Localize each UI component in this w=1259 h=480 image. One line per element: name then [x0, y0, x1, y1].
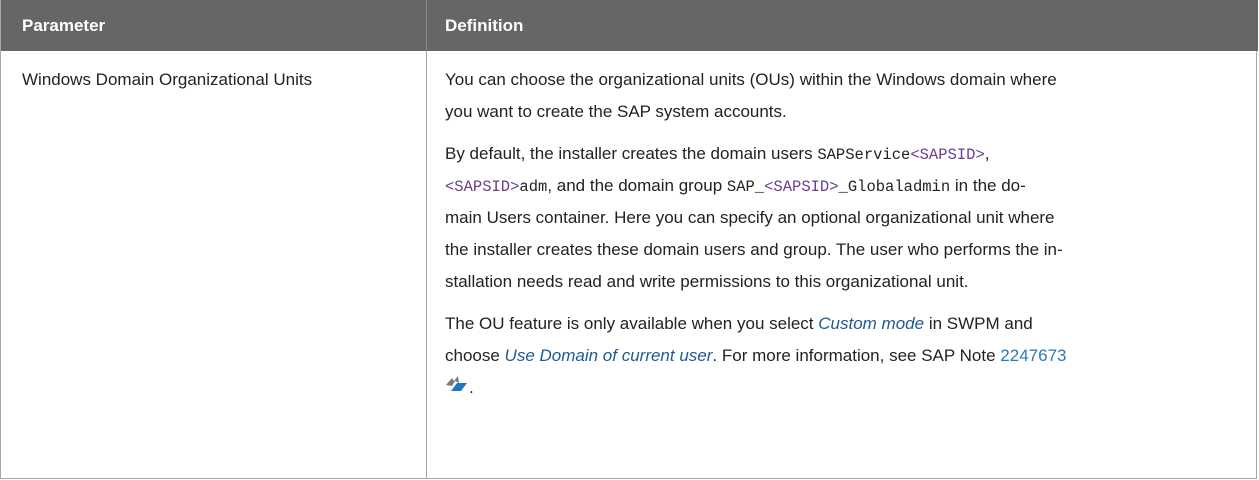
external-link-icon[interactable] [445, 371, 469, 403]
definition-p2-line4: the installer creates these domain users… [445, 240, 1063, 259]
parameter-name: Windows Domain Organizational Units [22, 70, 313, 89]
header-definition: Definition [445, 16, 524, 35]
definition-p2-line5: stallation needs read and write permissi… [445, 272, 969, 291]
p3-period: . [469, 378, 474, 397]
definition-p3-line2: choose Use Domain of current user. For m… [445, 340, 1235, 372]
custom-mode-term: Custom mode [818, 314, 925, 333]
column-divider [426, 51, 427, 479]
p2-text: By default, the installer creates the do… [445, 144, 818, 163]
definition-cell: You can choose the organizational units … [445, 64, 1235, 404]
var-sapsid: <SAPSID> [910, 146, 985, 164]
definition-p1-line2: you want to create the SAP system accoun… [445, 102, 787, 121]
definition-p3-line3: . [445, 372, 1235, 404]
p3-text: The OU feature is only available when yo… [445, 314, 819, 333]
definition-p2-line1: By default, the installer creates the do… [445, 138, 1235, 170]
code-sap-prefix: SAP_ [726, 178, 765, 196]
var-sapsid: <SAPSID> [764, 178, 839, 196]
p3-text: . For more information, see SAP Note [712, 346, 1001, 365]
var-sapsid: <SAPSID> [445, 178, 520, 196]
definition-p2-line2: <SAPSID>adm, and the domain group SAP_<S… [445, 170, 1235, 202]
code-adm: adm [519, 178, 548, 196]
p2-text: in the do- [950, 176, 1026, 195]
definition-p2-line3: main Users container. Here you can speci… [445, 208, 1055, 227]
parameter-table: Parameter Definition Windows Domain Orga… [0, 0, 1258, 479]
code-sapservice: SAPService [817, 146, 911, 164]
sap-note-link[interactable]: 2247673 [1000, 346, 1066, 365]
code-globaladmin: _Globaladmin [838, 178, 951, 196]
p3-text: choose [445, 346, 505, 365]
p2-comma: , [984, 144, 990, 163]
use-domain-term: Use Domain of current user [504, 346, 713, 365]
definition-p3-line1: The OU feature is only available when yo… [445, 308, 1235, 340]
p2-text: , and the domain group [547, 176, 727, 195]
table-header: Parameter Definition [1, 0, 1258, 51]
p3-text: in SWPM and [924, 314, 1033, 333]
header-parameter: Parameter [22, 16, 106, 35]
header-divider [426, 0, 427, 51]
definition-p1-line1: You can choose the organizational units … [445, 70, 1057, 89]
